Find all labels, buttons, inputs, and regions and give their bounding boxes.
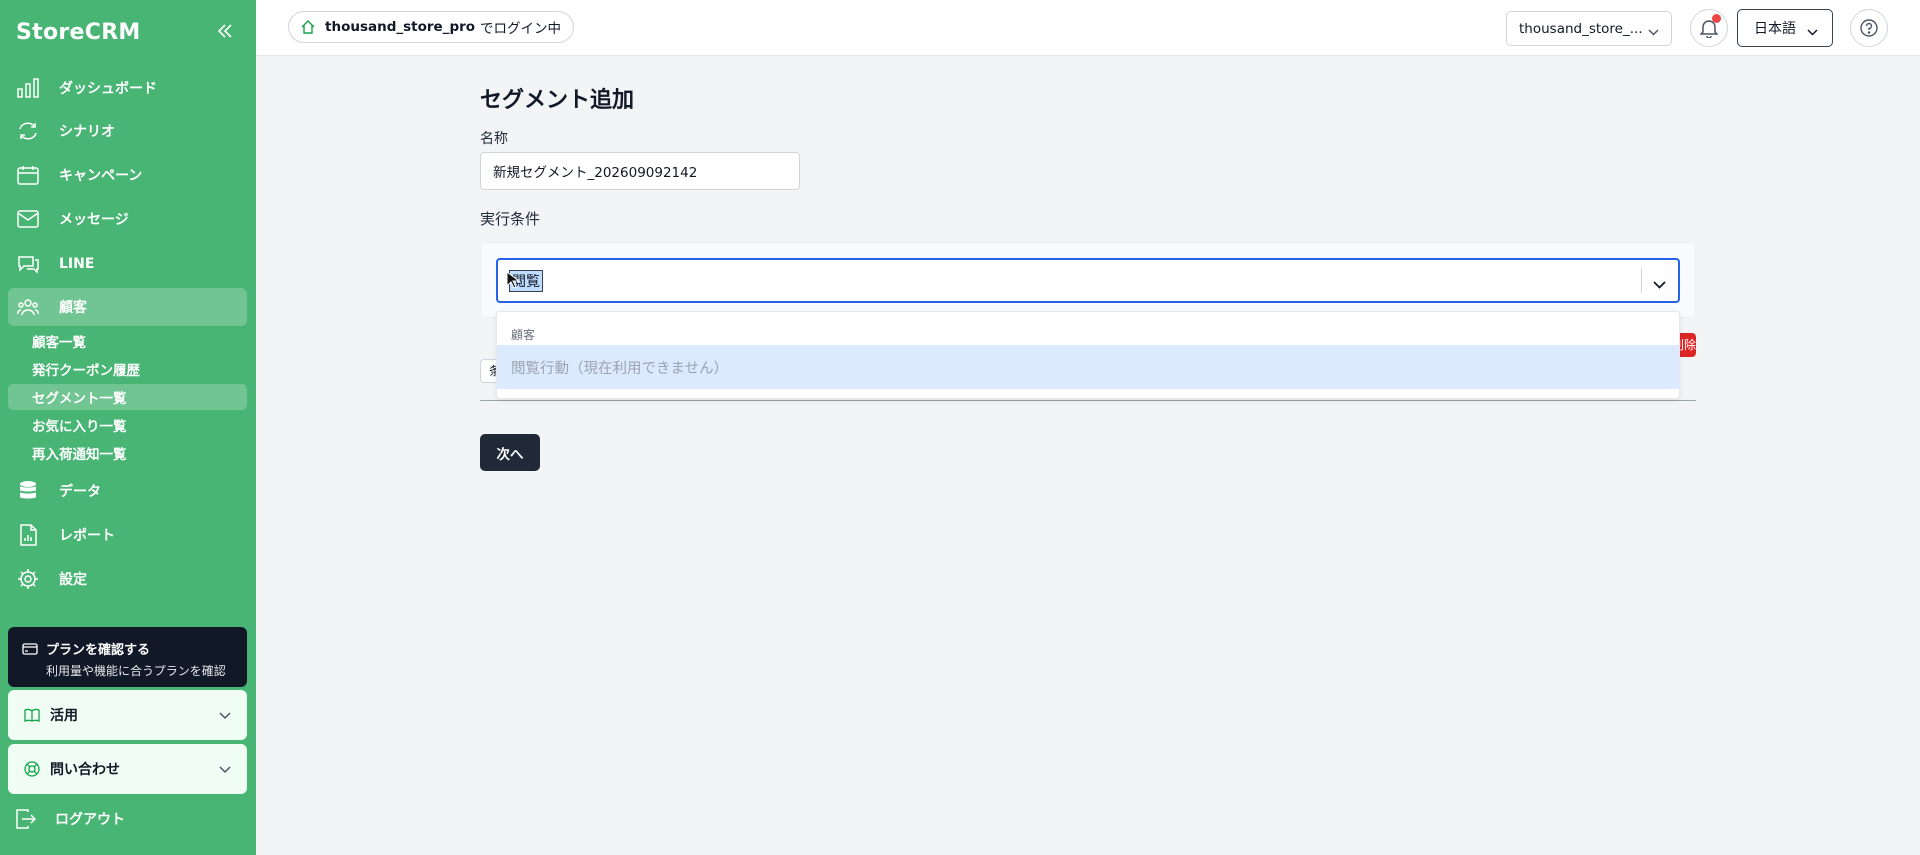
brand-logo[interactable]: StoreCRM: [16, 20, 141, 45]
support-icon: [24, 761, 40, 777]
dropdown-option-browsing-behavior[interactable]: 閲覧行動（現在利用できません）: [497, 345, 1679, 389]
accordion-usage[interactable]: 活用: [8, 690, 247, 740]
refresh-icon: [16, 119, 40, 143]
book-icon: [24, 708, 40, 722]
database-icon: [16, 479, 40, 503]
dropdown-group-label: 顧客: [511, 328, 536, 342]
sidebar-item-data[interactable]: データ: [8, 472, 247, 510]
divider: [480, 400, 1696, 401]
credit-card-icon: [22, 642, 38, 655]
notification-dot: [1712, 14, 1721, 23]
sidebar-subitem-coupon-history[interactable]: 発行クーポン履歴: [8, 356, 247, 382]
mouse-cursor-icon: [506, 271, 521, 293]
login-username: thousand_store_pro: [325, 19, 476, 35]
logout-label: ログアウト: [55, 812, 125, 828]
plan-card-subtitle: 利用量や機能に合うプランを確認: [46, 664, 226, 678]
sidebar-item-label: データ: [59, 484, 101, 500]
logout-button[interactable]: ログアウト: [8, 802, 125, 836]
login-status[interactable]: thousand_store_pro でログイン中: [288, 11, 575, 43]
conditions-label: 実行条件: [480, 210, 541, 228]
language-value: 日本語: [1754, 21, 1796, 37]
sidebar-item-settings[interactable]: 設定: [8, 560, 247, 598]
sidebar-subitem-customer-list[interactable]: 顧客一覧: [8, 328, 247, 354]
chart-bar-icon: [16, 76, 40, 100]
sidebar-item-campaign[interactable]: キャンペーン: [8, 156, 247, 194]
chevron-down-icon: [1807, 24, 1818, 40]
accordion-label: 問い合わせ: [50, 762, 120, 778]
store-select-value: thousand_store_...: [1519, 20, 1643, 37]
combobox-separator: [1641, 268, 1642, 293]
report-icon: [16, 523, 40, 547]
accordion-support[interactable]: 問い合わせ: [8, 744, 247, 794]
sidebar-item-report[interactable]: レポート: [8, 516, 247, 554]
help-button[interactable]: [1850, 9, 1888, 47]
sidebar-item-label: レポート: [59, 528, 115, 544]
sidebar-item-label: 設定: [59, 572, 87, 588]
gear-icon: [16, 567, 40, 591]
name-label: 名称: [480, 131, 508, 147]
plan-card[interactable]: プランを確認する 利用量や機能に合うプランを確認: [8, 627, 247, 687]
sidebar-item-customers[interactable]: 顧客: [8, 288, 247, 326]
top-header: thousand_store_pro でログイン中 thousand_store…: [256, 0, 1920, 56]
help-icon: [1860, 19, 1878, 37]
sidebar: StoreCRM ダッシュボード シナリオ キャンペーン メッセージ LINE …: [0, 0, 256, 855]
chat-icon: [16, 252, 40, 276]
sidebar-item-line[interactable]: LINE: [8, 245, 247, 283]
accordion-label: 活用: [50, 708, 78, 724]
plan-card-title: プランを確認する: [46, 643, 151, 658]
login-suffix: でログイン中: [480, 21, 562, 37]
chevron-down-icon: [1648, 24, 1659, 40]
store-select[interactable]: thousand_store_...: [1506, 11, 1672, 46]
sidebar-item-label: ダッシュボード: [59, 81, 157, 97]
sidebar-item-dashboard[interactable]: ダッシュボード: [8, 69, 247, 107]
sidebar-item-label: 顧客: [59, 300, 87, 316]
sidebar-item-label: キャンペーン: [59, 168, 143, 184]
chevron-down-icon: [219, 708, 231, 724]
chevron-down-icon: [219, 762, 231, 778]
sidebar-subitem-favorites[interactable]: お気に入り一覧: [8, 412, 247, 438]
sidebar-subitem-restock-notifications[interactable]: 再入荷通知一覧: [8, 440, 247, 466]
condition-dropdown-menu: 顧客 閲覧行動（現在利用できません）: [496, 311, 1680, 399]
sidebar-item-label: LINE: [59, 256, 95, 272]
chevron-down-icon[interactable]: [1653, 274, 1666, 293]
home-icon: [301, 20, 315, 34]
segment-name-input[interactable]: [480, 152, 800, 190]
sidebar-item-scenario[interactable]: シナリオ: [8, 112, 247, 150]
users-icon: [16, 295, 40, 319]
sidebar-item-label: メッセージ: [59, 212, 129, 228]
sidebar-subitem-segment-list[interactable]: セグメント一覧: [8, 384, 247, 410]
page-title: セグメント追加: [480, 88, 635, 113]
mail-icon: [16, 207, 40, 231]
collapse-sidebar-icon[interactable]: [216, 22, 236, 42]
logout-icon: [16, 809, 36, 829]
notification-button[interactable]: [1690, 9, 1728, 47]
sidebar-item-message[interactable]: メッセージ: [8, 200, 247, 238]
next-button[interactable]: 次へ: [480, 434, 540, 471]
language-select[interactable]: 日本語: [1737, 9, 1833, 47]
calendar-icon: [16, 163, 40, 187]
condition-combobox[interactable]: 閲覧: [496, 258, 1680, 303]
sidebar-item-label: シナリオ: [59, 124, 115, 140]
